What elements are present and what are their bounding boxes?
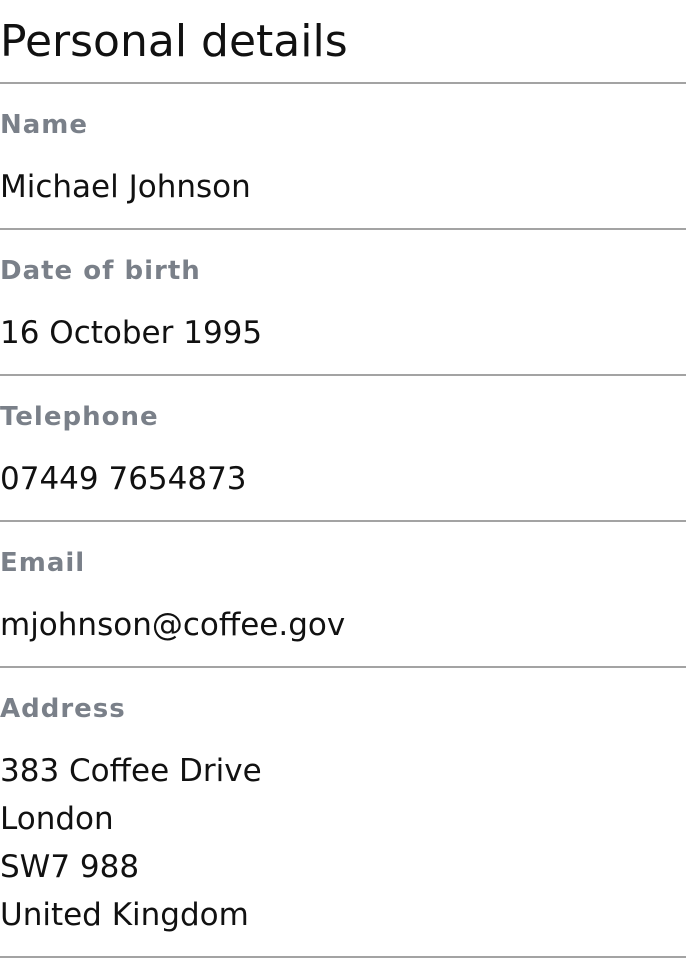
date-of-birth-label: Date of birth [0,256,201,286]
address-line-postcode: SW7 988 [0,849,140,885]
address-label: Address [0,694,126,724]
detail-row-name: Name Michael Johnson [0,84,686,230]
telephone-label: Telephone [0,402,159,432]
address-line-country: United Kingdom [0,897,249,933]
detail-row-email: Email mjohnson@coffee.gov [0,522,686,668]
address-value: 383 Coffee Drive London SW7 988 United K… [0,747,686,939]
email-label: Email [0,548,86,578]
telephone-value: 07449 7654873 [0,461,247,497]
detail-row-date-of-birth: Date of birth 16 October 1995 [0,230,686,376]
detail-row-telephone: Telephone 07449 7654873 [0,376,686,522]
page-title: Personal details [0,0,686,84]
date-of-birth-value: 16 October 1995 [0,315,263,351]
address-line-city: London [0,801,114,837]
address-line-street: 383 Coffee Drive [0,753,262,789]
personal-details-page: Personal details Name Michael Johnson Da… [0,0,686,958]
email-value: mjohnson@coffee.gov [0,607,346,643]
detail-row-address: Address 383 Coffee Drive London SW7 988 … [0,668,686,958]
name-value: Michael Johnson [0,169,251,205]
name-label: Name [0,110,89,140]
